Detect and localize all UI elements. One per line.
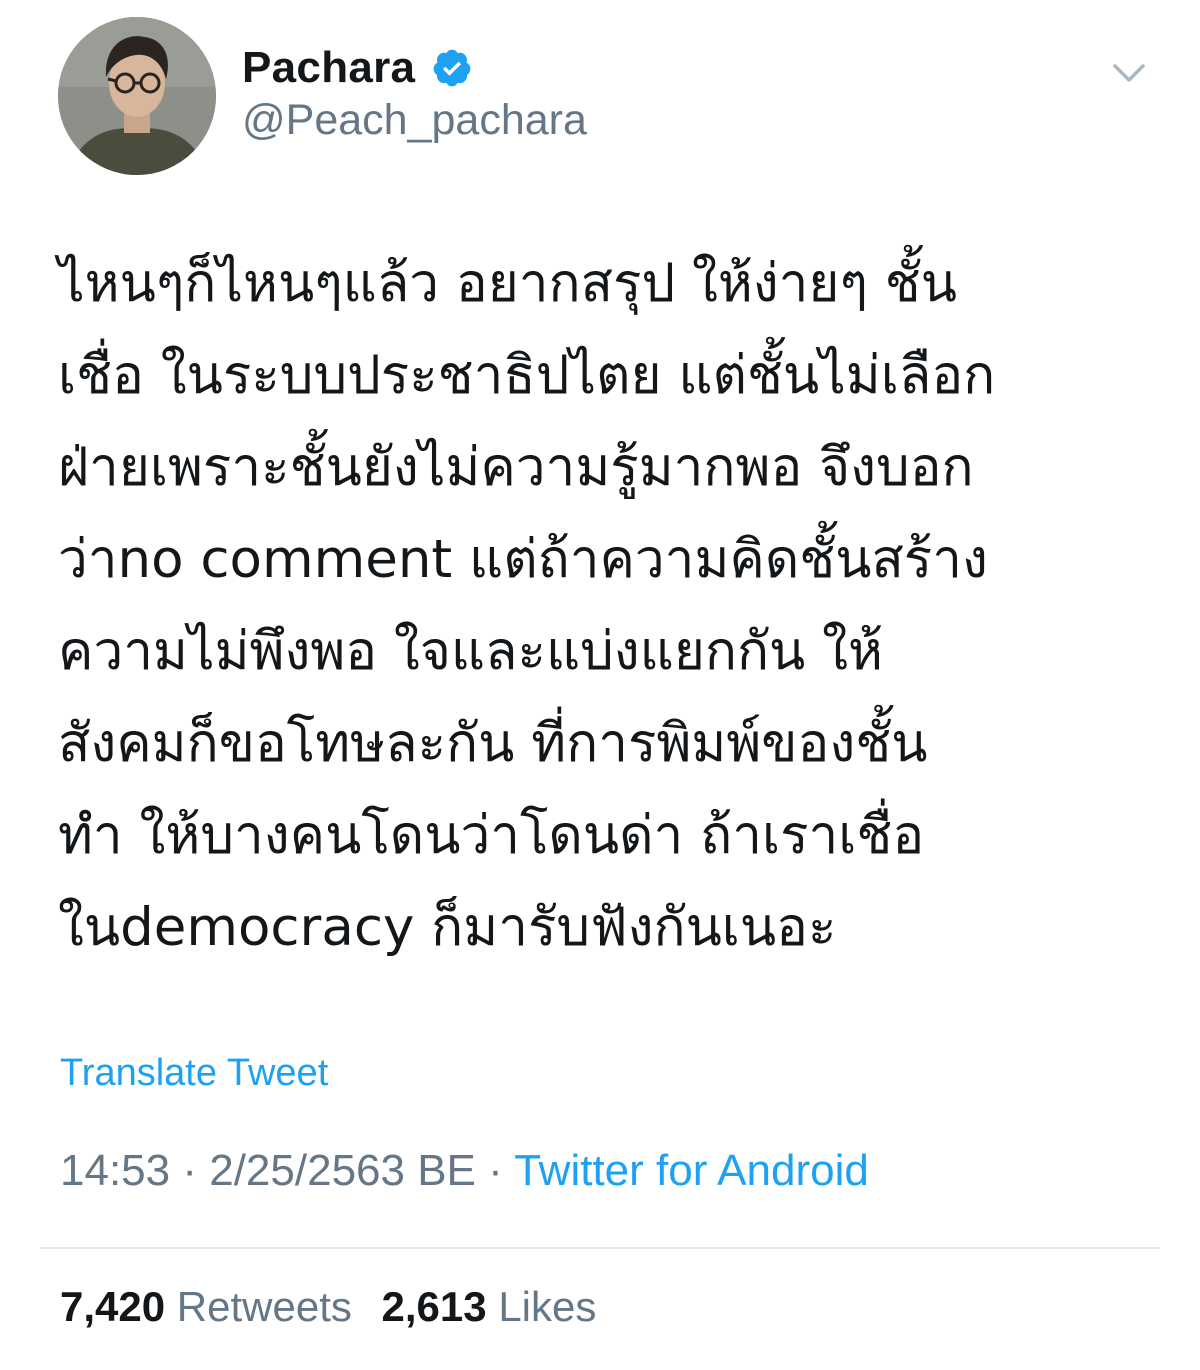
user-handle[interactable]: @Peach_pachara <box>242 96 587 145</box>
retweets-count: 7,420 <box>60 1283 166 1330</box>
tweet-metadata: 14:53 · 2/25/2563 BE · Twitter for Andro… <box>60 1146 869 1196</box>
tweet-source-link[interactable]: Twitter for Android <box>514 1146 869 1195</box>
tweet-time: 14:53 <box>60 1146 171 1195</box>
avatar[interactable] <box>58 17 216 175</box>
tweet-stats: 7,420 Retweets 2,613 Likes <box>60 1283 596 1331</box>
meta-separator: · <box>488 1146 503 1195</box>
author-name-row: Pachara <box>242 38 473 98</box>
likes-label: Likes <box>498 1283 597 1330</box>
tweet-detail: Pachara @Peach_pachara ไหนๆก็ไหนๆแล้ว อย… <box>0 0 1200 1370</box>
chevron-down-icon[interactable] <box>1108 52 1150 94</box>
retweets-stat[interactable]: 7,420 Retweets <box>60 1283 352 1330</box>
likes-count: 2,613 <box>381 1283 487 1330</box>
translate-tweet-link[interactable]: Translate Tweet <box>60 1052 328 1095</box>
divider <box>40 1247 1160 1249</box>
likes-stat[interactable]: 2,613 Likes <box>382 1283 597 1330</box>
meta-separator: · <box>182 1146 197 1195</box>
profile-photo-icon <box>58 17 216 175</box>
retweets-label: Retweets <box>176 1283 352 1330</box>
verified-badge-icon <box>431 47 473 89</box>
display-name[interactable]: Pachara <box>242 43 415 93</box>
tweet-text: ไหนๆก็ไหนๆแล้ว อยากสรุป ให้ง่ายๆ ชั้น เช… <box>58 253 996 958</box>
tweet-date: 2/25/2563 BE <box>209 1146 476 1195</box>
